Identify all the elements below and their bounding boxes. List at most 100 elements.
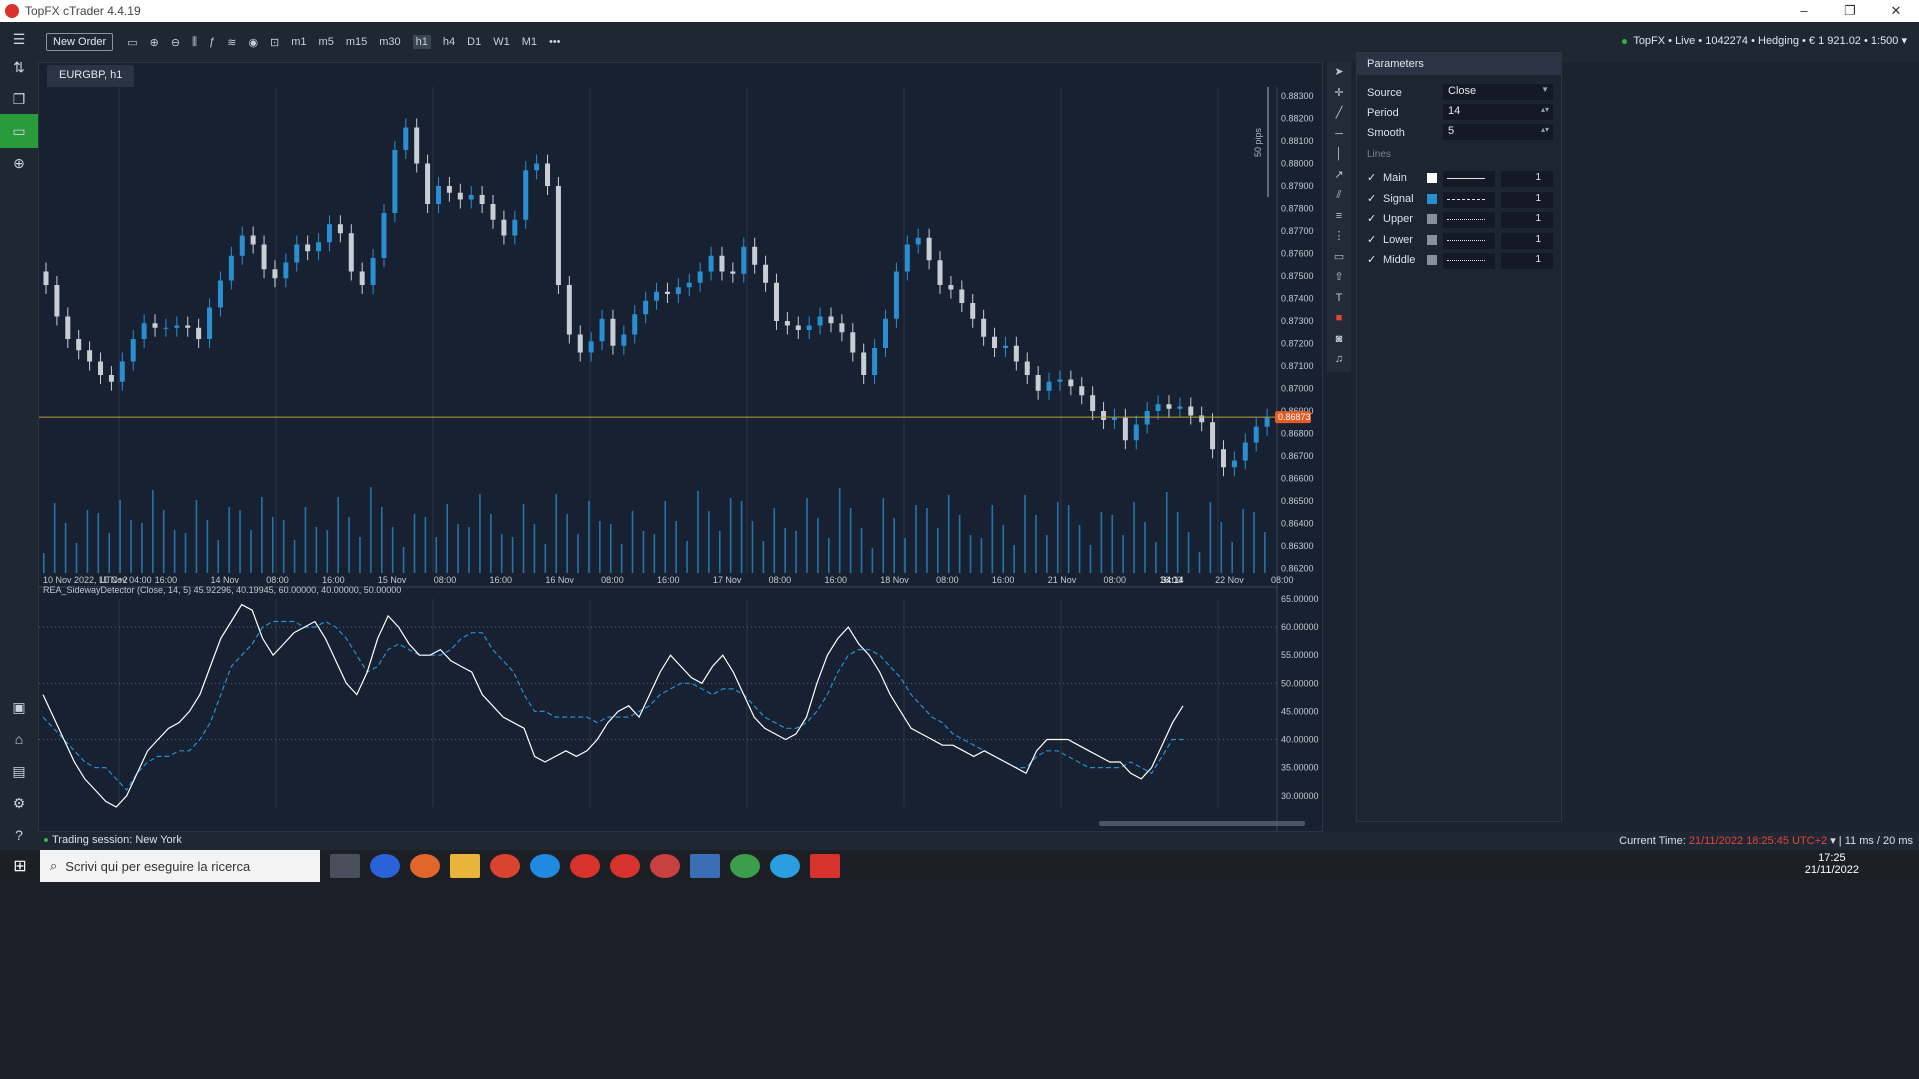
minimize-button[interactable]: – bbox=[1781, 0, 1827, 22]
line-style-select[interactable] bbox=[1443, 232, 1495, 249]
windows-start-icon[interactable]: ⊞ bbox=[0, 850, 40, 882]
trade-icon[interactable]: ⇅ bbox=[0, 50, 38, 84]
line-color-swatch[interactable] bbox=[1427, 234, 1437, 245]
wallet-icon[interactable]: ▤ bbox=[0, 754, 38, 788]
file-explorer-icon[interactable] bbox=[450, 854, 480, 878]
volume-bar bbox=[555, 494, 558, 573]
close-button[interactable]: ✕ bbox=[1873, 0, 1919, 22]
line-color-swatch[interactable] bbox=[1427, 173, 1437, 183]
ray-icon[interactable]: ↗ bbox=[1327, 165, 1351, 186]
line-width-select[interactable]: 1 bbox=[1501, 253, 1553, 269]
chrome-icon[interactable] bbox=[490, 854, 520, 878]
text-icon[interactable]: T bbox=[1327, 288, 1351, 309]
stepper-icon[interactable]: ▴▾ bbox=[1541, 125, 1549, 134]
pips-label: 50 pips bbox=[1253, 127, 1263, 157]
camera-icon[interactable]: ◙ bbox=[1327, 329, 1351, 350]
timezone-select[interactable]: UTC+2 bbox=[1792, 835, 1827, 847]
line-width-select[interactable]: 1 bbox=[1501, 212, 1553, 228]
rectangle-icon[interactable]: ▭ bbox=[1327, 247, 1351, 268]
chrome-profile-icon[interactable] bbox=[730, 854, 760, 878]
zoom-in-icon[interactable]: ⊕ bbox=[150, 36, 159, 49]
app-icon-red[interactable] bbox=[570, 854, 600, 878]
line-width-select[interactable]: 1 bbox=[1501, 232, 1553, 249]
price-tick-label: 0.87200 bbox=[1281, 339, 1314, 349]
line-width-select[interactable]: 1 bbox=[1501, 191, 1553, 208]
line-width-select[interactable]: 1 bbox=[1501, 171, 1553, 187]
tf-w1[interactable]: W1 bbox=[493, 36, 510, 48]
analyze-icon[interactable]: ⊕ bbox=[0, 146, 38, 180]
candle-body bbox=[861, 352, 867, 375]
maximize-button[interactable]: ❐ bbox=[1827, 0, 1873, 22]
trendline-icon[interactable]: ╱ bbox=[1327, 103, 1351, 124]
line-checkbox[interactable]: ✓ bbox=[1367, 233, 1376, 246]
tf-m1[interactable]: m1 bbox=[291, 36, 306, 48]
line-color-swatch[interactable] bbox=[1427, 193, 1437, 204]
candle-body bbox=[1242, 442, 1248, 461]
channel-icon[interactable]: ⫽ bbox=[1327, 185, 1351, 206]
automate-icon[interactable]: ▭ bbox=[0, 114, 38, 148]
layers-icon[interactable]: ≋ bbox=[227, 36, 236, 49]
copy-icon[interactable]: ❐ bbox=[0, 82, 38, 116]
firefox-icon[interactable] bbox=[410, 854, 440, 878]
arrow-icon[interactable]: ⇧ bbox=[1327, 267, 1351, 288]
tf-h4[interactable]: h4 bbox=[443, 36, 455, 48]
tf-mn1[interactable]: M1 bbox=[522, 36, 537, 48]
tf-m30[interactable]: m30 bbox=[379, 36, 400, 48]
chart-canvas[interactable]: 0.88300 0.88200 0.88100 0.88000 0.87900 0.878… bbox=[39, 87, 1322, 831]
new-order-button[interactable]: New Order bbox=[46, 33, 114, 51]
vertical-line-icon[interactable]: │ bbox=[1327, 144, 1351, 165]
volume-bar bbox=[817, 518, 819, 573]
line-color-swatch[interactable] bbox=[1427, 214, 1437, 224]
candle-body bbox=[1079, 386, 1085, 396]
main-toolbar: New Order ▭ ⊕ ⊖ ⫼ ƒ ≋ ◉ ⊡ m1 m5 m15 m30 … bbox=[38, 22, 1919, 62]
period-input[interactable]: 14 ▴▾ bbox=[1443, 104, 1553, 120]
stepper-icon[interactable]: ▴▾ bbox=[1541, 105, 1549, 114]
edge-icon[interactable] bbox=[530, 854, 560, 878]
task-view-icon[interactable] bbox=[330, 854, 360, 878]
topfx-icon[interactable] bbox=[650, 854, 680, 878]
tf-h1[interactable]: h1 bbox=[412, 35, 431, 49]
color-icon[interactable]: ■ bbox=[1327, 308, 1351, 329]
line-style-select[interactable] bbox=[1443, 171, 1495, 187]
line-style-select[interactable] bbox=[1443, 191, 1495, 208]
grid-icon[interactable]: ⋮ bbox=[1327, 226, 1351, 247]
indicators-icon[interactable]: ƒ bbox=[209, 36, 215, 48]
telegram-icon[interactable] bbox=[770, 854, 800, 878]
taskbar-search[interactable]: ⌕ Scrivi qui per eseguire la ricerca bbox=[40, 850, 320, 882]
portfolio-icon[interactable]: ▣ bbox=[0, 690, 38, 724]
account-info[interactable]: TopFX • Live • 1042274 • Hedging • € 1 9… bbox=[1622, 34, 1907, 47]
horizontal-line-icon[interactable]: ─ bbox=[1327, 124, 1351, 145]
more-icon[interactable]: ••• bbox=[549, 36, 561, 48]
help-icon[interactable]: ? bbox=[0, 818, 38, 852]
volume-bar bbox=[838, 488, 841, 573]
ctrader-icon[interactable] bbox=[610, 854, 640, 878]
line-checkbox[interactable]: ✓ bbox=[1367, 171, 1376, 184]
crosshair-icon[interactable]: ✛ bbox=[1327, 83, 1351, 104]
line-checkbox[interactable]: ✓ bbox=[1367, 212, 1376, 225]
chart-type-icon[interactable]: ⫼ bbox=[192, 36, 197, 49]
pdf-icon[interactable] bbox=[810, 854, 840, 878]
notes-icon[interactable] bbox=[690, 854, 720, 878]
line-color-swatch[interactable] bbox=[1427, 255, 1437, 265]
line-style-select[interactable] bbox=[1443, 253, 1495, 269]
fibonacci-icon[interactable]: ≡ bbox=[1327, 206, 1351, 227]
tf-m15[interactable]: m15 bbox=[346, 36, 367, 48]
line-checkbox[interactable]: ✓ bbox=[1367, 253, 1376, 266]
settings-icon[interactable]: ⚙ bbox=[0, 786, 38, 820]
zoom-app-icon[interactable] bbox=[370, 854, 400, 878]
tf-m5[interactable]: m5 bbox=[319, 36, 334, 48]
line-checkbox[interactable]: ✓ bbox=[1367, 192, 1376, 205]
layout-icon[interactable]: ▭ bbox=[127, 36, 137, 49]
line-style-select[interactable] bbox=[1443, 212, 1495, 228]
chart-tab[interactable]: EURGBP, h1 bbox=[47, 65, 135, 87]
eye-icon[interactable]: ◉ bbox=[248, 36, 258, 49]
smooth-input[interactable]: 5 ▴▾ bbox=[1443, 124, 1553, 140]
zoom-out-icon[interactable]: ⊖ bbox=[171, 36, 180, 49]
pointer-icon[interactable]: ➤ bbox=[1327, 62, 1351, 83]
tf-d1[interactable]: D1 bbox=[467, 36, 481, 48]
source-select[interactable]: Close ▼ bbox=[1443, 84, 1553, 100]
taskbar-clock[interactable]: 17:25 21/11/2022 bbox=[1805, 852, 1859, 876]
template-icon[interactable]: ⊡ bbox=[270, 36, 279, 49]
store-icon[interactable]: ⌂ bbox=[0, 722, 38, 756]
alert-icon[interactable]: ♫ bbox=[1327, 349, 1351, 370]
